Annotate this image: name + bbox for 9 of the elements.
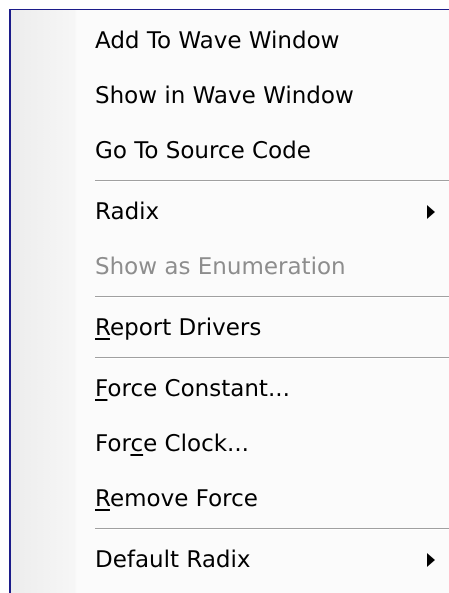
menu-item[interactable]: Remove Force: [11, 471, 449, 526]
menu-item[interactable]: Radix: [11, 184, 449, 239]
menu-item[interactable]: Force Constant...: [11, 361, 449, 416]
menu-item[interactable]: Default Radix: [11, 532, 449, 587]
menu-item[interactable]: Show in Wave Window: [11, 68, 449, 123]
menu-item[interactable]: Force Clock...: [11, 416, 449, 471]
menu-item[interactable]: Go To Source Code: [11, 123, 449, 178]
menu-item[interactable]: Report Drivers: [11, 300, 449, 355]
menu-item[interactable]: Add To Wave Window: [11, 13, 449, 68]
